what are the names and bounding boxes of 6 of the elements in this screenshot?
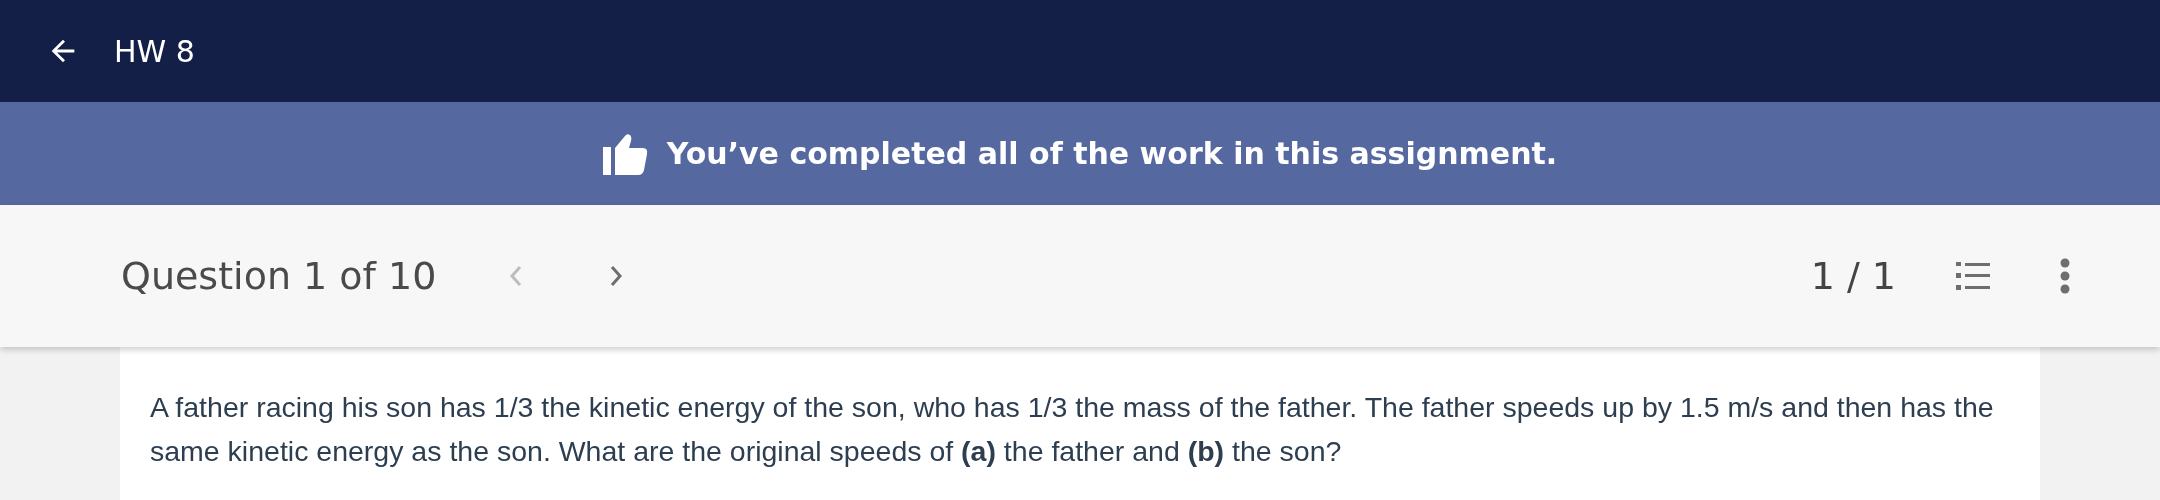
question-text: A father racing his son has 1/3 the kinetic energy of the son, who has 1/3 the mass of the father. The father speeds up by 1.5 m/s and then has the same kinetic energy as the son. What are the original speeds of (a) the father and (b) the son? [150,390,1995,469]
completion-message: You’ve completed all of the work in this assignment. [666,136,1558,171]
assignment-title: HW 8 [114,33,195,69]
attempts-count: 1 / 1 [1810,254,1896,298]
thumbs-up-icon [602,132,649,175]
question-counter: Question 1 of 10 [121,254,437,298]
